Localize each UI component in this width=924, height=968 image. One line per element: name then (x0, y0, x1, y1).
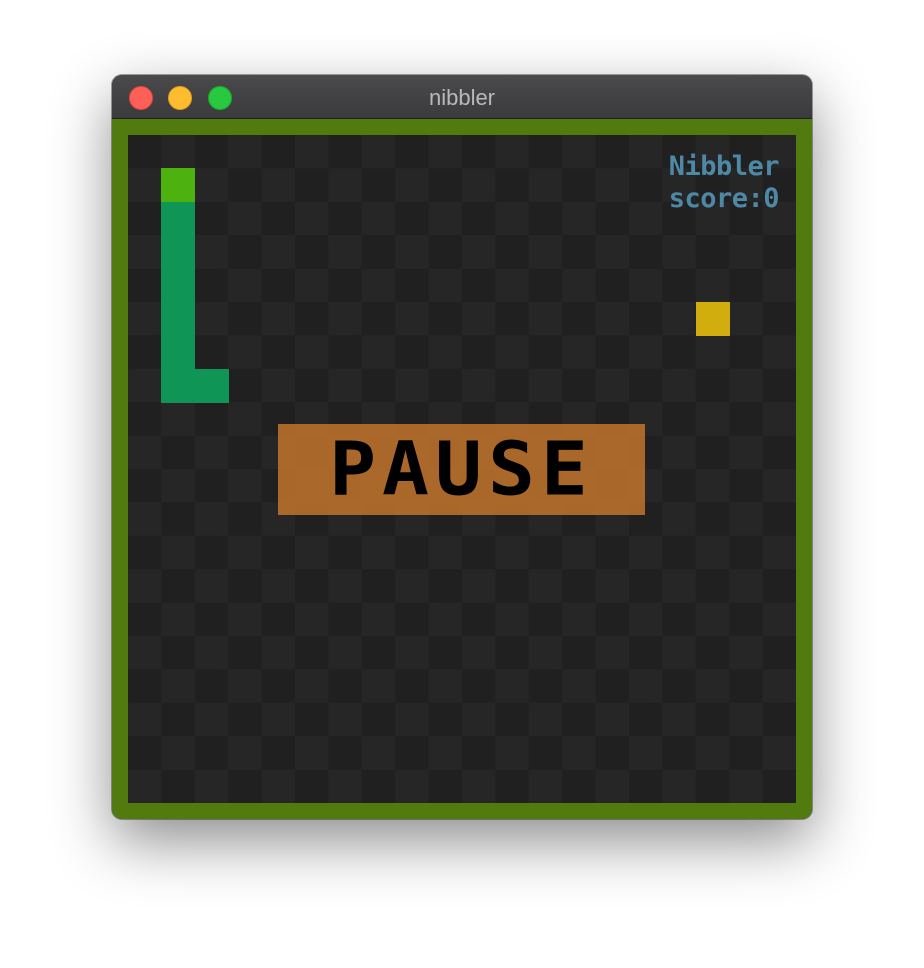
snake-segment (194, 368, 229, 403)
game-area[interactable]: Nibbler score:0 PAUSE (112, 119, 812, 819)
game-board: Nibbler score:0 PAUSE (128, 135, 796, 803)
app-window: nibbler Nibbler score:0 PAUSE (112, 75, 812, 819)
snake-head (161, 168, 196, 203)
snake-segment (161, 268, 196, 303)
snake-segment (161, 335, 196, 370)
snake-segment (161, 302, 196, 336)
snake-segment (161, 235, 196, 270)
food-item (695, 302, 730, 336)
snake-segment (161, 201, 196, 236)
title-bar[interactable]: nibbler (112, 75, 812, 119)
hud: Nibbler score:0 (668, 151, 780, 215)
game-name-label: Nibbler (668, 151, 780, 182)
pause-overlay: PAUSE (278, 424, 645, 515)
snake-segment (161, 368, 196, 403)
window-title: nibbler (428, 85, 496, 110)
pause-label: PAUSE (329, 426, 594, 513)
score-label: score:0 (668, 183, 780, 214)
